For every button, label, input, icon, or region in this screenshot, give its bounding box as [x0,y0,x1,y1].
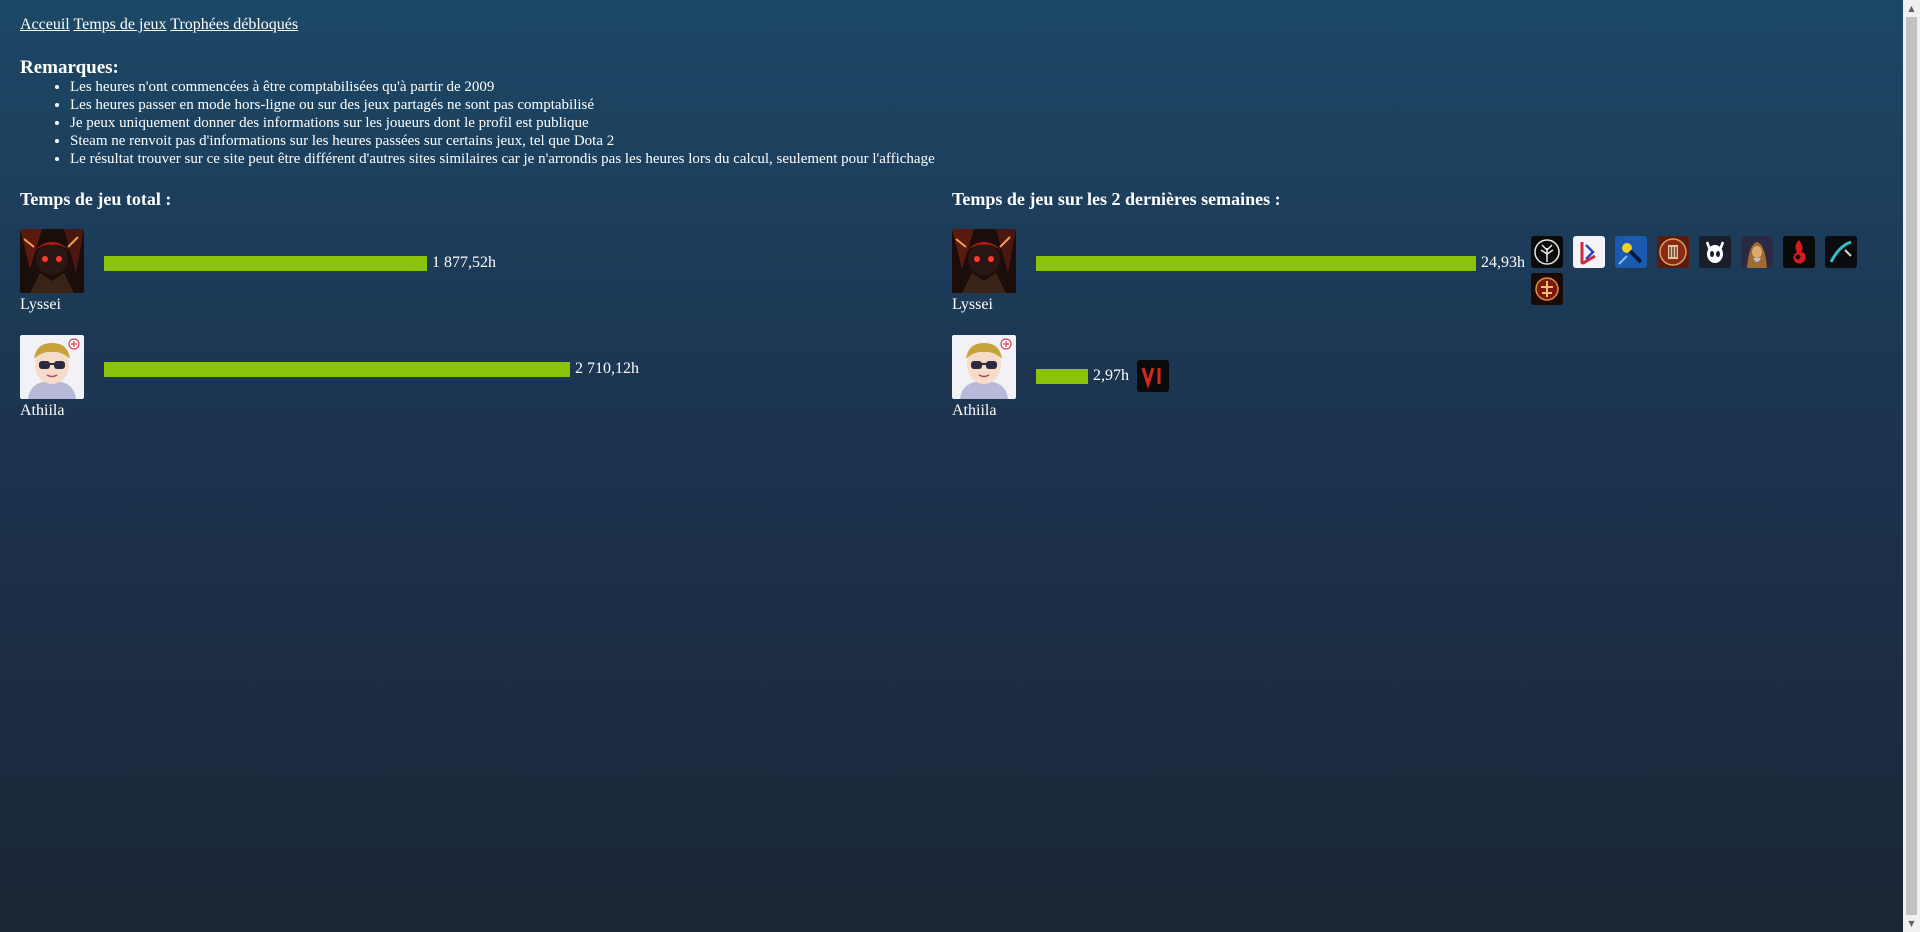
scroll-down-arrow-icon[interactable]: ▼ [1903,915,1920,932]
player-name: Lyssei [20,296,61,313]
player-name: Lyssei [952,296,993,313]
hooded-figure-icon[interactable] [1741,236,1773,268]
playtime-bar [104,361,570,377]
avatar-athiila[interactable] [952,335,1016,399]
player-row-athiila-recent: Athiila 2,97h [952,335,1281,441]
avatar-lyssei[interactable] [20,229,84,293]
vertical-scrollbar[interactable]: ▲ ▼ [1903,0,1920,932]
player-name: Athiila [20,402,65,419]
ornate-crest-icon[interactable] [1531,273,1563,305]
card-game-icon[interactable] [1573,236,1605,268]
total-playtime-title: Temps de jeu total : [20,189,172,209]
avatar-lyssei[interactable] [952,229,1016,293]
player-row-athiila-total: Athiila 2 710,12h [20,335,639,441]
playtime-bar [1036,255,1476,271]
scroll-up-arrow-icon[interactable]: ▲ [1903,0,1920,17]
nav-trophies-link[interactable]: Trophées débloqués [170,16,298,33]
remarks-title: Remarques: [20,57,119,78]
player-row-lyssei-total: Lyssei 1 877,52h [20,229,496,335]
recent-playtime-section: Temps de jeu sur les 2 dernières semaine… [952,188,1857,441]
knight-crest-icon[interactable] [1657,236,1689,268]
playtime-value: 2,97h [1093,367,1129,384]
teal-slash-icon[interactable] [1825,236,1857,268]
playtime-value: 1 877,52h [432,254,496,271]
player-row-lyssei-recent: Lyssei 24,93h [952,229,1857,335]
roman-six-icon[interactable] [1137,360,1169,392]
player-name: Athiila [952,402,997,419]
recent-playtime-title: Temps de jeu sur les 2 dernières semaine… [952,189,1281,209]
remarks-list: Les heures n'ont commencées à être compt… [20,78,1900,168]
red-flame-icon[interactable] [1783,236,1815,268]
scrollbar-thumb[interactable] [1906,17,1917,915]
hollow-knight-icon[interactable] [1699,236,1731,268]
playtime-value: 24,93h [1481,254,1525,271]
playtime-bar-row: 2 710,12h [104,360,639,378]
total-playtime-section: Temps de jeu total : Lyssei 1 877,52h At… [20,188,639,441]
blue-tool-icon[interactable] [1615,236,1647,268]
avatar-athiila[interactable] [20,335,84,399]
page-content: Acceuil Temps de jeux Trophées débloqués… [20,16,1900,419]
playtime-bar-row: 24,93h [1036,254,1525,272]
white-tree-emblem-icon[interactable] [1531,236,1563,268]
playtime-value: 2 710,12h [575,360,639,377]
nav-home-link[interactable]: Acceuil [20,16,70,33]
recent-games-list [1531,236,1871,305]
main-nav: Acceuil Temps de jeux Trophées débloqués [20,16,1900,34]
remark-item: Le résultat trouver sur ce site peut êtr… [70,150,1900,168]
remark-item: Steam ne renvoit pas d'informations sur … [70,132,1900,150]
playtime-bar-row: 1 877,52h [104,254,496,272]
playtime-bar-row: 2,97h [1036,360,1169,392]
remark-item: Les heures passer en mode hors-ligne ou … [70,96,1900,114]
playtime-bar [1036,368,1088,384]
nav-playtime-link[interactable]: Temps de jeux [73,16,166,33]
remark-item: Les heures n'ont commencées à être compt… [70,78,1900,96]
remark-item: Je peux uniquement donner des informatio… [70,114,1900,132]
playtime-bar [104,255,427,271]
recent-games-list [1137,360,1169,392]
